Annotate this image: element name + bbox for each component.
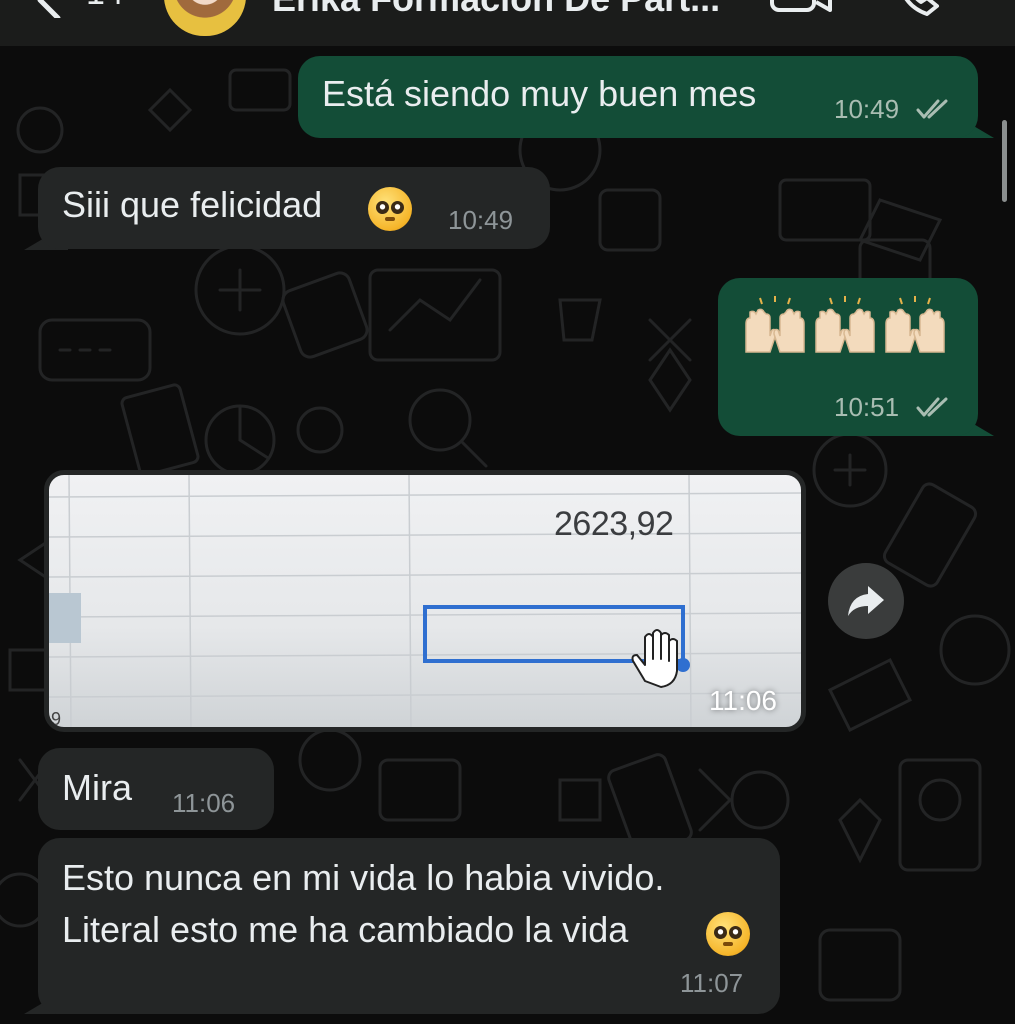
photo-amount-text: 2623,92 (554, 505, 674, 543)
pleading-face-emoji (706, 912, 750, 956)
message-bubble-outgoing[interactable]: 10:51 (718, 278, 978, 436)
message-time: 10:49 (448, 205, 514, 235)
read-ticks-icon (916, 397, 948, 417)
raising-hands-emoji (745, 296, 805, 353)
unread-count[interactable]: 14 (86, 0, 124, 13)
message-bubble-outgoing[interactable]: Está siendo muy buen mes 10:49 (298, 56, 978, 138)
phone-call-icon[interactable] (895, 0, 943, 18)
message-text: Está siendo muy buen mes (322, 73, 757, 114)
scroll-indicator[interactable] (1002, 120, 1007, 202)
pleading-face-emoji (368, 187, 412, 231)
message-text: Siii que felicidad (62, 184, 323, 225)
message-time: 11:07 (680, 968, 744, 998)
back-chevron-icon[interactable] (30, 0, 70, 18)
svg-text:9: 9 (51, 709, 61, 727)
forward-arrow-icon (848, 586, 884, 616)
message-bubble-incoming[interactable]: Mira 11:06 (38, 748, 274, 830)
message-text: Literal esto me ha cambiado la vida (62, 909, 629, 950)
spreadsheet-photo: 9 (49, 475, 801, 727)
contact-avatar[interactable] (164, 0, 246, 36)
message-text: Esto nunca en mi vida lo habia vivido. (62, 857, 665, 898)
message-time: 11:06 (172, 788, 236, 818)
contact-name[interactable]: Erika Formación De Part... (272, 0, 720, 20)
raising-hands-emoji (815, 296, 875, 353)
forward-button[interactable] (828, 563, 904, 639)
message-time: 10:51 (834, 392, 900, 422)
chat-header: 14 Erika Formación De Part... (0, 0, 1015, 46)
video-call-icon[interactable] (770, 0, 832, 16)
message-text: Mira (62, 767, 132, 808)
message-bubble-incoming[interactable]: Esto nunca en mi vida lo habia vivido. L… (38, 838, 780, 1014)
message-time: 11:06 (709, 685, 777, 716)
chat-screen: 14 Erika Formación De Part... Está siend… (0, 0, 1015, 1024)
read-ticks-icon (916, 99, 948, 119)
raising-hands-emoji-row (740, 296, 950, 356)
message-bubble-incoming[interactable]: Siii que felicidad 10:49 (38, 167, 550, 249)
message-time: 10:49 (834, 94, 900, 124)
raising-hands-emoji (885, 296, 945, 353)
photo-message[interactable]: 9 2623,92 11:06 (44, 470, 806, 732)
